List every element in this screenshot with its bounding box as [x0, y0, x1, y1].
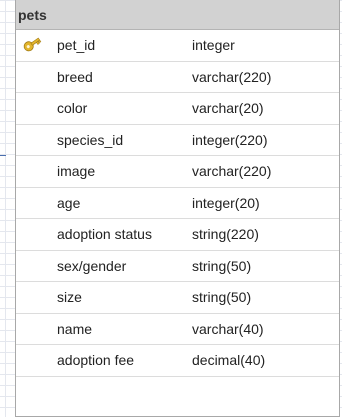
table-row[interactable]: adoption fee decimal(40) — [16, 345, 339, 377]
table-row[interactable]: adoption status string(220) — [16, 219, 339, 251]
table-row[interactable]: age integer(20) — [16, 188, 339, 219]
column-name: species_id — [57, 131, 124, 148]
key-slot — [22, 67, 42, 85]
column-type: integer — [192, 37, 235, 53]
column-name: color — [57, 100, 88, 116]
column-type: integer(220) — [192, 131, 268, 148]
column-type: string(220) — [192, 226, 259, 242]
key-slot — [22, 193, 42, 211]
key-slot — [22, 224, 42, 242]
key-slot — [22, 130, 42, 148]
column-list: pet_id integer breed varchar(220) color … — [16, 30, 339, 377]
key-slot — [22, 98, 42, 116]
pets-table[interactable]: pets pet_id integer breed varchar(220) c… — [15, 0, 340, 417]
key-slot — [22, 319, 42, 337]
column-name: adoption fee — [57, 352, 135, 368]
column-name: breed — [57, 68, 93, 85]
column-name: pet_id — [57, 37, 96, 53]
column-type: string(50) — [192, 289, 252, 305]
column-type: varchar(20) — [192, 100, 264, 116]
column-type: varchar(220) — [192, 163, 272, 179]
table-row-primary-key[interactable]: pet_id integer — [16, 30, 339, 62]
table-row[interactable]: breed varchar(220) — [16, 62, 339, 93]
key-slot — [22, 350, 42, 368]
key-slot — [22, 256, 42, 274]
key-icon — [22, 35, 42, 53]
column-name: age — [57, 194, 81, 211]
column-type: varchar(40) — [192, 320, 264, 337]
column-name: name — [57, 320, 93, 337]
column-name: size — [57, 289, 82, 305]
table-row[interactable]: sex/gender string(50) — [16, 251, 339, 282]
table-row[interactable]: color varchar(20) — [16, 93, 339, 125]
column-type: string(50) — [192, 257, 252, 274]
column-name: image — [57, 163, 96, 179]
relationship-connector — [0, 155, 6, 156]
column-type: decimal(40) — [192, 352, 266, 368]
table-row[interactable]: name varchar(40) — [16, 314, 339, 345]
key-slot — [22, 287, 42, 305]
table-row[interactable]: species_id integer(220) — [16, 125, 339, 156]
column-name: sex/gender — [57, 257, 127, 274]
column-type: varchar(220) — [192, 68, 272, 85]
table-row[interactable]: size string(50) — [16, 282, 339, 314]
column-name: adoption status — [57, 226, 152, 242]
table-row[interactable]: image varchar(220) — [16, 156, 339, 188]
table-title: pets — [16, 0, 339, 30]
key-slot — [22, 161, 42, 179]
column-type: integer(20) — [192, 194, 260, 211]
